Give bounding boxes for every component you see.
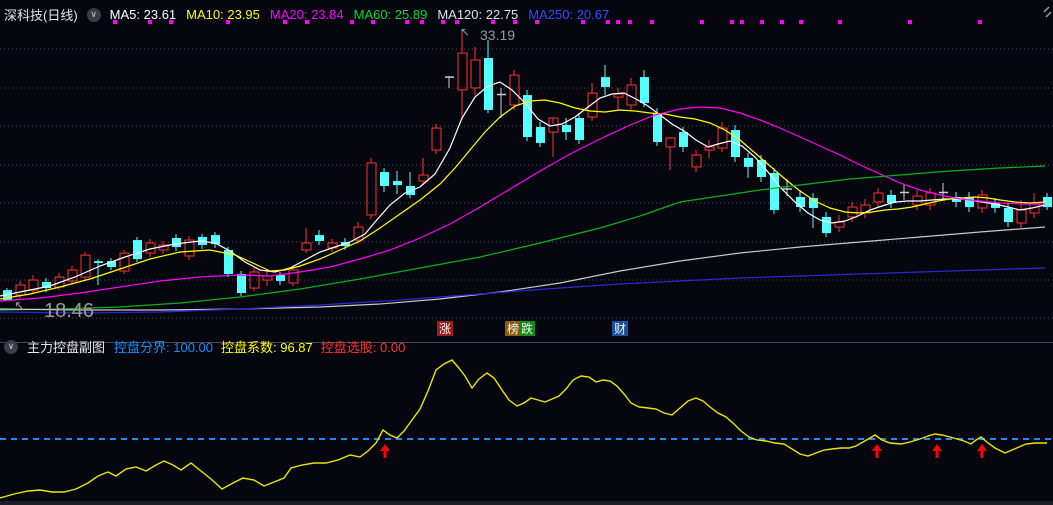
candle <box>80 252 91 281</box>
candle <box>548 117 559 158</box>
indicator-param: 控盘选股: 0.00 <box>320 340 406 355</box>
signal-dot <box>730 20 734 24</box>
signal-dot <box>838 20 842 24</box>
candle <box>626 78 637 110</box>
ma-legend-ma20: MA20: 23.84 <box>269 7 344 22</box>
badge-财[interactable]: 财 <box>612 321 628 336</box>
buy-arrow <box>932 444 942 458</box>
indicator-header: ∨ 主力控盘副图 控盘分界: 100.00 控盘系数: 96.87 控盘选股: 0.… <box>4 337 405 356</box>
buy-arrow <box>977 444 987 458</box>
candle <box>1029 192 1040 219</box>
candle <box>119 249 130 274</box>
ma-legend-ma5: MA5: 23.61 <box>109 7 177 22</box>
main-chart-canvas[interactable]: ↖ 33.19 ↖ 18.46 <box>0 0 1053 342</box>
signal-dot <box>700 20 704 24</box>
signal-dot <box>908 20 912 24</box>
candle <box>484 40 493 114</box>
signal-dot <box>760 20 764 24</box>
hotkey-badge-row: 涨榜跌财 <box>0 321 1053 337</box>
candle <box>393 170 402 195</box>
ma-legend-ma60: MA60: 25.89 <box>353 7 428 22</box>
candle <box>406 172 415 199</box>
candle <box>172 234 181 252</box>
candle <box>353 222 364 245</box>
candle <box>249 267 260 292</box>
stock-title: 深科技(日线) <box>4 8 78 23</box>
candle <box>834 214 845 232</box>
candle <box>184 236 195 261</box>
candle <box>133 236 142 263</box>
candle <box>873 188 884 208</box>
high-arrow: ↖ <box>460 25 470 39</box>
candle <box>822 212 831 237</box>
indicator-param: 控盘系数: 96.87 <box>221 340 313 355</box>
candle <box>523 89 532 142</box>
indicator-chart-canvas[interactable] <box>0 342 1053 505</box>
candle <box>94 259 103 285</box>
ma-legend-ma250: MA250: 20.67 <box>528 7 610 22</box>
ma-legend: MA5: 23.61 MA10: 23.95 MA20: 23.84 MA60: 25… <box>110 7 610 22</box>
candle <box>770 168 779 215</box>
signal-dot <box>780 20 784 24</box>
ma-line-ma250 <box>0 267 1046 314</box>
grid-lines <box>0 48 1053 319</box>
candle <box>613 87 624 110</box>
bottom-edge-strip <box>0 501 1053 505</box>
candle <box>470 47 481 96</box>
indicator-title: 主力控盘副图 <box>27 340 106 355</box>
candle <box>704 139 715 158</box>
candle <box>107 258 116 270</box>
indicator-params: 控盘分界: 100.00 控盘系数: 96.87 控盘选股: 0.00 <box>114 337 405 356</box>
buy-arrow <box>872 444 882 458</box>
candle <box>445 76 454 88</box>
buy-signal-arrows <box>380 444 987 458</box>
collapse-indicator-icon[interactable]: ∨ <box>4 339 18 354</box>
signal-dot <box>740 20 744 24</box>
candle <box>575 113 584 145</box>
candle <box>601 65 610 96</box>
candle <box>315 229 324 246</box>
ma-legend-ma10: MA10: 23.95 <box>186 7 260 22</box>
badge-涨[interactable]: 涨 <box>437 321 453 336</box>
candle <box>262 269 273 287</box>
candle <box>327 238 338 252</box>
badge-跌[interactable]: 跌 <box>519 321 535 336</box>
candle <box>380 168 389 193</box>
signal-dot <box>978 20 982 24</box>
high-price-label: 33.19 <box>480 27 515 43</box>
candle <box>536 122 545 147</box>
ma-line-ma120 <box>0 226 1046 311</box>
candle <box>887 190 896 208</box>
candle <box>67 265 78 285</box>
candle <box>431 124 442 155</box>
app-window: ↖ 33.19 ↖ 18.46 深科技(日线) ∨ MA5: 23.61 MA10: 2… <box>0 0 1053 505</box>
ma-line-ma5 <box>0 81 1046 297</box>
signal-dot <box>799 20 803 24</box>
candle <box>744 152 753 178</box>
candle <box>665 137 676 171</box>
low-price-label: 18.46 <box>44 300 94 322</box>
ma-legend-ma120: MA120: 22.75 <box>437 7 519 22</box>
candle <box>457 30 468 120</box>
panel-resize-handle[interactable] <box>1043 6 1052 18</box>
candle <box>900 185 909 200</box>
collapse-main-chart-icon[interactable]: ∨ <box>86 7 101 22</box>
candle <box>366 157 377 219</box>
candle <box>691 150 702 173</box>
signal-dot <box>650 20 654 24</box>
indicator-param: 控盘分界: 100.00 <box>114 340 214 355</box>
main-chart-header: 深科技(日线) ∨ MA5: 23.61 MA10: 23.95 MA20: 23.… <box>4 5 609 24</box>
low-arrow: ↖ <box>14 298 25 313</box>
indicator-line <box>0 359 1047 499</box>
candle <box>301 227 312 254</box>
signal-dot <box>628 20 632 24</box>
candle <box>965 192 974 213</box>
candle <box>860 199 871 219</box>
buy-arrow <box>380 444 390 458</box>
signal-dot <box>616 20 620 24</box>
candle <box>717 122 728 153</box>
